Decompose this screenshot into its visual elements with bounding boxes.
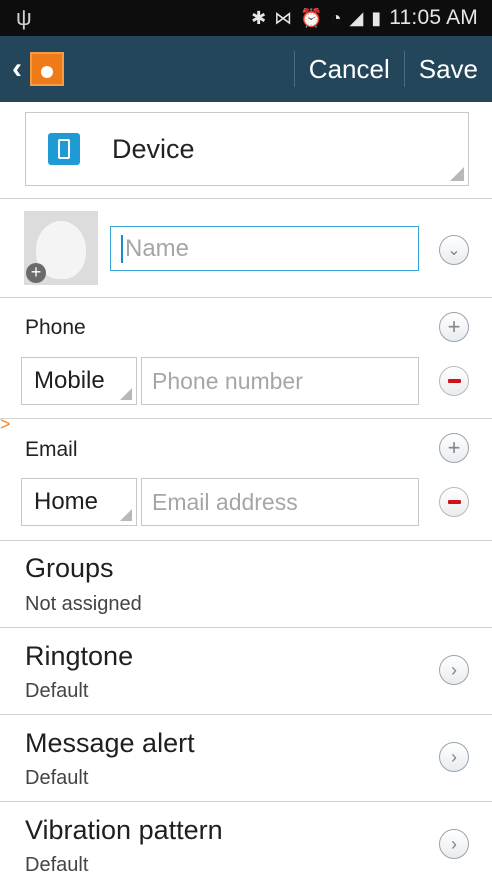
chevron-right-icon: ›	[451, 659, 457, 680]
vibration-pattern-chevron-button[interactable]: ›	[439, 829, 469, 859]
usb-icon: ψ	[16, 5, 32, 30]
message-alert-title: Message alert	[25, 728, 195, 758]
dropdown-corner-icon	[120, 388, 132, 400]
divider	[0, 418, 492, 419]
storage-selector[interactable]: Device	[25, 112, 469, 186]
contacts-app-icon[interactable]	[30, 52, 64, 86]
chevron-down-icon: ⌄	[447, 242, 461, 259]
dropdown-corner-icon	[450, 167, 464, 181]
phone-number-placeholder: Phone number	[152, 367, 303, 394]
save-button[interactable]: Save	[405, 54, 492, 85]
phone-number-input[interactable]: Phone number	[141, 357, 419, 405]
expand-name-button[interactable]: ⌄	[439, 235, 469, 265]
email-address-input[interactable]: Email address	[141, 478, 419, 526]
email-address-placeholder: Email address	[152, 488, 298, 515]
divider	[0, 627, 492, 628]
text-cursor	[121, 234, 123, 263]
edge-arrow-icon: >	[0, 414, 11, 434]
chevron-right-icon: ›	[451, 833, 457, 854]
storage-label: Device	[112, 133, 195, 164]
email-type-selector[interactable]: Home	[21, 478, 137, 526]
chevron-right-icon: ›	[451, 746, 457, 767]
remove-email-button[interactable]	[439, 487, 469, 517]
bluetooth-icon: ✱	[251, 7, 267, 28]
divider	[0, 714, 492, 715]
phone-type-label: Mobile	[34, 367, 105, 394]
vibration-pattern-title: Vibration pattern	[25, 815, 223, 845]
phone-type-selector[interactable]: Mobile	[21, 357, 137, 405]
groups-value: Not assigned	[25, 593, 142, 615]
divider	[0, 540, 492, 541]
add-phone-button[interactable]: +	[439, 312, 469, 342]
ringtone-title: Ringtone	[25, 641, 134, 671]
divider	[0, 198, 492, 199]
minus-icon	[447, 500, 461, 504]
status-bar: ψ ✱ ⋈ ⏰ ◔ ◢ ▮ 11:05 AM	[0, 0, 492, 36]
alarm-icon: ⏰	[300, 7, 323, 28]
phone-section-label: Phone	[25, 316, 86, 339]
name-placeholder: Name	[125, 234, 190, 262]
message-alert-value: Default	[25, 767, 89, 789]
cancel-button[interactable]: Cancel	[295, 54, 404, 85]
battery-icon: ▮	[371, 7, 382, 28]
nfc-icon: ⋈	[274, 7, 293, 28]
add-photo-icon: +	[26, 263, 46, 283]
divider	[0, 801, 492, 802]
vibration-pattern-value: Default	[25, 854, 89, 876]
minus-icon	[447, 379, 461, 383]
status-time: 11:05 AM	[389, 6, 478, 29]
message-alert-chevron-button[interactable]: ›	[439, 742, 469, 772]
add-email-button[interactable]: +	[439, 433, 469, 463]
name-input[interactable]: Name	[110, 226, 419, 271]
signal-icon: ◢	[349, 7, 364, 28]
dropdown-corner-icon	[120, 509, 132, 521]
device-icon	[48, 133, 80, 165]
divider	[0, 297, 492, 298]
ringtone-value: Default	[25, 680, 89, 702]
email-type-label: Home	[34, 488, 99, 515]
groups-title: Groups	[25, 553, 114, 583]
action-bar: ‹ Cancel Save	[0, 36, 492, 102]
status-icons: ✱ ⋈ ⏰ ◔ ◢ ▮ 11:05 AM	[251, 6, 478, 30]
ringtone-chevron-button[interactable]: ›	[439, 655, 469, 685]
plus-icon: +	[447, 314, 461, 339]
remove-phone-button[interactable]	[439, 366, 469, 396]
back-icon[interactable]: ‹	[12, 52, 22, 86]
contact-photo[interactable]: +	[24, 211, 98, 285]
email-section-label: Email	[25, 438, 78, 461]
plus-icon: +	[447, 435, 461, 460]
wifi-icon: ◔	[330, 7, 342, 28]
